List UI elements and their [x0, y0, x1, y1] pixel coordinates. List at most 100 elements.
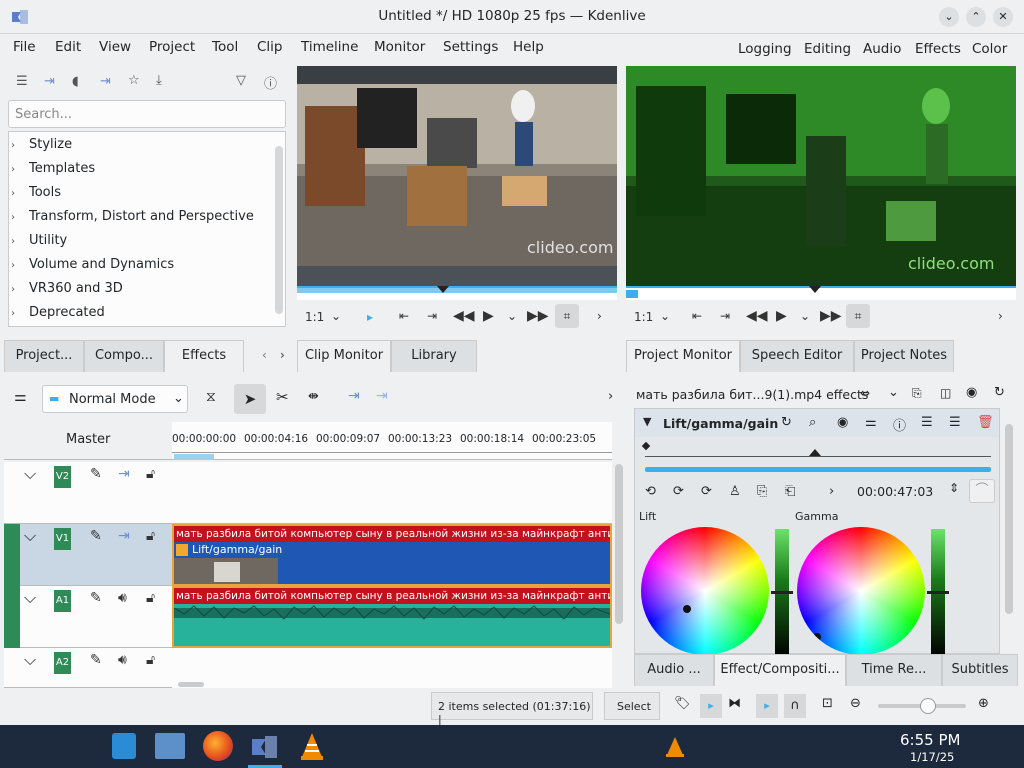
tree-item-utility[interactable]: › Utility: [11, 229, 269, 252]
menu-clip[interactable]: Clip: [257, 39, 283, 55]
video-thumbs-icon[interactable]: ▸: [756, 694, 778, 718]
chevron-down-icon[interactable]: ⌄: [660, 309, 670, 323]
zoom-fit-icon[interactable]: ⊡: [822, 696, 833, 711]
set-in-point-icon[interactable]: ⇤: [399, 309, 409, 323]
track-header-a2[interactable]: ⌵ A2 ✎ 🔊︎ 🔓︎: [4, 648, 172, 688]
keyframe-marker[interactable]: [641, 441, 651, 451]
zoom-slider-handle[interactable]: [920, 698, 936, 714]
track-effects-icon[interactable]: ✎: [90, 528, 102, 544]
keyframe-timecode[interactable]: 00:00:47:03: [857, 484, 933, 499]
rewind-icon[interactable]: ◀◀: [746, 308, 768, 324]
menu-monitor[interactable]: Monitor: [374, 39, 425, 55]
favorites-icon[interactable]: ☆: [128, 73, 140, 88]
snap-icon[interactable]: ▸: [700, 694, 722, 718]
menu-project[interactable]: Project: [149, 39, 195, 55]
scrollbar-thumb[interactable]: [615, 464, 623, 624]
set-in-point-icon[interactable]: ⇤: [692, 309, 702, 323]
collapse-chevron-icon[interactable]: ⌵: [24, 526, 36, 546]
tab-project-monitor[interactable]: Project Monitor: [626, 340, 740, 372]
tab-effect-compositions[interactable]: Effect/Compositi...: [714, 654, 846, 686]
video-clip[interactable]: мать разбила битой компьютер сыну в реал…: [172, 524, 612, 586]
magnet-icon[interactable]: ∩: [784, 694, 806, 718]
tab-library[interactable]: Library: [391, 340, 477, 372]
track-lane-a2[interactable]: [172, 648, 612, 688]
project-zoom-select[interactable]: 1:1: [634, 310, 653, 324]
set-out-point-icon[interactable]: ⇥: [427, 309, 437, 323]
workspace-effects[interactable]: Effects: [915, 41, 961, 57]
more-options-icon[interactable]: ›: [597, 309, 602, 323]
selection-tool-icon[interactable]: ➤: [234, 384, 266, 414]
timeline-settings-icon[interactable]: ⚌: [14, 389, 27, 405]
razor-tool-icon[interactable]: ✂: [276, 388, 289, 406]
menu-file[interactable]: File: [13, 39, 36, 55]
play-menu-chevron-icon[interactable]: ⌄: [800, 309, 810, 323]
spacer-tool-icon[interactable]: ⧖: [206, 389, 216, 405]
save-stack-icon[interactable]: ⎘: [912, 386, 922, 401]
project-monitor-view[interactable]: clideo.com: [626, 66, 1016, 286]
tab-project-notes[interactable]: Project Notes: [854, 340, 954, 372]
timeline-vertical-scrollbar[interactable]: [612, 460, 626, 688]
keyframe-more-icon[interactable]: ›: [829, 484, 834, 499]
collapse-effect-icon[interactable]: ▼: [643, 415, 651, 428]
download-icon[interactable]: ⤓: [156, 73, 162, 88]
toolbar-more-icon[interactable]: ›: [608, 389, 613, 404]
gamma-color-wheel[interactable]: [797, 527, 925, 655]
split-compare-icon[interactable]: ◫: [940, 386, 951, 400]
set-out-point-icon[interactable]: ⇥: [720, 309, 730, 323]
workspace-editing[interactable]: Editing: [804, 41, 851, 57]
tab-scroll-left-icon[interactable]: ‹: [262, 348, 267, 362]
workspace-color[interactable]: Color: [972, 41, 1007, 57]
eye-icon[interactable]: ◉: [966, 385, 977, 400]
track-effects-icon[interactable]: ✎: [90, 652, 102, 668]
track-header-v2[interactable]: ⌵ V2 ✎ ⇥ 🔓︎: [4, 462, 172, 524]
collapse-chevron-icon[interactable]: ⌵: [24, 464, 36, 484]
info-icon[interactable]: ⓘ: [264, 73, 277, 92]
edit-mode-select[interactable]: ▬ Normal Mode ⌄: [42, 385, 188, 413]
firefox-icon[interactable]: [203, 731, 233, 761]
tab-speech-editor[interactable]: Speech Editor: [740, 340, 854, 372]
next-keyframe-icon[interactable]: ⟳: [701, 484, 712, 499]
lift-luma-slider[interactable]: [771, 529, 793, 657]
track-effects-icon[interactable]: ✎: [90, 466, 102, 482]
custom-effects-icon[interactable]: ⇥: [100, 74, 111, 89]
speaker-icon[interactable]: 🔊︎: [118, 652, 127, 668]
track-effects-icon[interactable]: ✎: [90, 590, 102, 606]
menu-tool[interactable]: Tool: [212, 39, 238, 55]
delete-icon[interactable]: 🗑︎: [977, 415, 994, 430]
paste-icon[interactable]: ⎗: [785, 484, 795, 499]
gamma-luma-slider[interactable]: [927, 529, 949, 657]
workspace-logging[interactable]: Logging: [738, 41, 792, 57]
lock-icon[interactable]: 🔓︎: [146, 590, 155, 606]
track-header-v1[interactable]: ⌵ V1 ✎ ⇥ 🔓︎: [4, 524, 172, 586]
lock-icon[interactable]: 🔓︎: [146, 466, 155, 482]
scrollbar-thumb[interactable]: [1005, 424, 1013, 614]
tab-project[interactable]: Project...: [4, 340, 84, 372]
clock-time[interactable]: 6:55 PM: [900, 731, 960, 749]
lock-icon[interactable]: 🔓︎: [146, 652, 155, 668]
tree-item-transform[interactable]: › Transform, Distort and Perspective: [11, 205, 269, 228]
move-down-icon[interactable]: ☰: [949, 415, 961, 430]
menu-timeline[interactable]: Timeline: [301, 39, 358, 55]
prev-keyframe-icon[interactable]: ⟲: [645, 484, 656, 499]
speaker-icon[interactable]: 🔊︎: [118, 590, 127, 606]
move-up-icon[interactable]: ☰: [921, 415, 933, 430]
adjust-icon[interactable]: ⚌: [865, 415, 877, 430]
workspace-audio[interactable]: Audio: [863, 41, 901, 57]
vlc-icon[interactable]: [298, 731, 326, 761]
clock-date[interactable]: 1/17/25: [910, 750, 954, 764]
tab-compositions[interactable]: Compo...: [84, 340, 164, 372]
crop-icon[interactable]: ⌗: [555, 304, 579, 328]
keyframe-icon[interactable]: ↻: [781, 415, 792, 430]
menu-view[interactable]: View: [99, 39, 131, 55]
project-monitor-ruler[interactable]: [626, 286, 1016, 300]
track-target-icon[interactable]: ⇥: [118, 528, 130, 544]
crop-icon[interactable]: ⌗: [846, 304, 870, 328]
tab-audio-mixer[interactable]: Audio ...: [634, 654, 714, 686]
maximize-icon[interactable]: ⌃: [966, 7, 986, 27]
rewind-icon[interactable]: ◀◀: [453, 308, 475, 324]
menu-edit[interactable]: Edit: [55, 39, 81, 55]
playhead-marker[interactable]: [437, 286, 449, 293]
app-store-icon[interactable]: [112, 733, 136, 759]
zoom-in-icon[interactable]: ⊕: [978, 696, 989, 711]
play-icon[interactable]: ▶: [483, 308, 494, 324]
